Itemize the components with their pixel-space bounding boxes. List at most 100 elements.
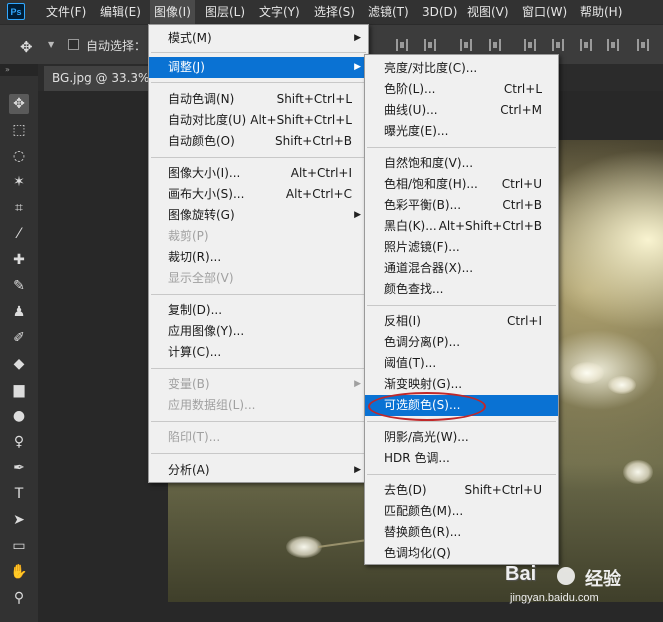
menu-item-label: 自动颜色(O) bbox=[168, 134, 235, 148]
distribute-icon[interactable] bbox=[524, 39, 536, 51]
menu-item-label: 反相(I) bbox=[384, 314, 421, 328]
menu-divider bbox=[151, 82, 366, 83]
menu-edit[interactable]: 编辑(E) bbox=[96, 0, 145, 24]
menu-layer[interactable]: 图层(L) bbox=[201, 0, 249, 24]
menu-item-trim[interactable]: 裁切(R)... bbox=[149, 247, 368, 268]
menu-item-channel-mixer[interactable]: 通道混合器(X)... bbox=[365, 258, 558, 279]
menu-divider bbox=[151, 294, 366, 295]
menu-window[interactable]: 窗口(W) bbox=[518, 0, 571, 24]
menu-item-color-lookup[interactable]: 颜色查找... bbox=[365, 279, 558, 300]
menu-item-image-size[interactable]: 图像大小(I)... Alt+Ctrl+I bbox=[149, 163, 368, 184]
eyedropper-icon[interactable]: ⁄ bbox=[9, 224, 29, 244]
menu-item-photo-filter[interactable]: 照片滤镜(F)... bbox=[365, 237, 558, 258]
submenu-arrow-icon: ▶ bbox=[354, 465, 361, 475]
menu-item-desaturate[interactable]: 去色(D) Shift+Ctrl+U bbox=[365, 480, 558, 501]
menu-item-label: 图像大小(I)... bbox=[168, 166, 241, 180]
menu-type[interactable]: 文字(Y) bbox=[255, 0, 304, 24]
zoom-tool-icon[interactable]: ⚲ bbox=[9, 588, 29, 608]
menu-item-color-balance[interactable]: 色彩平衡(B)... Ctrl+B bbox=[365, 195, 558, 216]
menu-help[interactable]: 帮助(H) bbox=[576, 0, 626, 24]
rectangle-tool-icon[interactable]: ▭ bbox=[9, 536, 29, 556]
blur-tool-icon[interactable]: ● bbox=[9, 406, 29, 426]
menu-item-hdr-toning[interactable]: HDR 色调... bbox=[365, 448, 558, 469]
menu-3d[interactable]: 3D(D) bbox=[418, 0, 461, 24]
menu-item-apply-image[interactable]: 应用图像(Y)... bbox=[149, 321, 368, 342]
distribute-icon[interactable] bbox=[580, 39, 592, 51]
menu-item-calculations[interactable]: 计算(C)... bbox=[149, 342, 368, 363]
menu-item-label: 通道混合器(X)... bbox=[384, 261, 474, 275]
menu-select[interactable]: 选择(S) bbox=[310, 0, 359, 24]
menu-item-label: 裁切(R)... bbox=[168, 250, 222, 264]
menu-item-posterize[interactable]: 色调分离(P)... bbox=[365, 332, 558, 353]
distribute-icon[interactable] bbox=[637, 39, 649, 51]
align-icon[interactable] bbox=[424, 39, 436, 51]
type-tool-icon[interactable]: T bbox=[9, 484, 29, 504]
eraser-tool-icon[interactable]: ◆ bbox=[9, 354, 29, 374]
menu-item-auto-color[interactable]: 自动颜色(O) Shift+Ctrl+B bbox=[149, 131, 368, 152]
menu-item-label: 去色(D) bbox=[384, 483, 427, 497]
menu-item-auto-contrast[interactable]: 自动对比度(U) Alt+Shift+Ctrl+L bbox=[149, 110, 368, 131]
dodge-tool-icon[interactable]: ♀ bbox=[9, 432, 29, 452]
menu-item-brightness-contrast[interactable]: 亮度/对比度(C)... bbox=[365, 58, 558, 79]
dandelion-flower bbox=[623, 460, 653, 484]
align-icon[interactable] bbox=[396, 39, 408, 51]
menu-item-adjustments[interactable]: 调整(J) ▶ bbox=[149, 57, 368, 78]
menu-file[interactable]: 文件(F) bbox=[42, 0, 90, 24]
hand-tool-icon[interactable]: ✋ bbox=[9, 562, 29, 582]
menu-item-threshold[interactable]: 阈值(T)... bbox=[365, 353, 558, 374]
menu-item-black-white[interactable]: 黑白(K)... Alt+Shift+Ctrl+B bbox=[365, 216, 558, 237]
gradient-tool-icon[interactable]: ▆ bbox=[9, 380, 29, 400]
menu-divider bbox=[367, 421, 556, 422]
distribute-icon[interactable] bbox=[607, 39, 619, 51]
menu-item-levels[interactable]: 色阶(L)... Ctrl+L bbox=[365, 79, 558, 100]
pen-tool-icon[interactable]: ✒ bbox=[9, 458, 29, 478]
menu-item-gradient-map[interactable]: 渐变映射(G)... bbox=[365, 374, 558, 395]
menu-item-shadows-highlights[interactable]: 阴影/高光(W)... bbox=[365, 427, 558, 448]
chevron-down-icon[interactable]: ▼ bbox=[48, 40, 54, 49]
menu-filter[interactable]: 滤镜(T) bbox=[364, 0, 413, 24]
history-brush-icon[interactable]: ✐ bbox=[9, 328, 29, 348]
menu-item-match-color[interactable]: 匹配颜色(M)... bbox=[365, 501, 558, 522]
menu-item-duplicate[interactable]: 复制(D)... bbox=[149, 300, 368, 321]
menu-item-shortcut: Ctrl+M bbox=[500, 103, 542, 117]
menu-item-equalize[interactable]: 色调均化(Q) bbox=[365, 543, 558, 564]
menu-view[interactable]: 视图(V) bbox=[463, 0, 513, 24]
menu-item-canvas-size[interactable]: 画布大小(S)... Alt+Ctrl+C bbox=[149, 184, 368, 205]
collapse-icon[interactable]: » bbox=[0, 64, 38, 76]
menu-item-shortcut: Shift+Ctrl+U bbox=[464, 483, 542, 497]
move-tool-icon[interactable]: ✥ bbox=[9, 94, 29, 114]
submenu-arrow-icon: ▶ bbox=[354, 62, 361, 72]
menu-item-hue-saturation[interactable]: 色相/饱和度(H)... Ctrl+U bbox=[365, 174, 558, 195]
menu-image[interactable]: 图像(I) bbox=[150, 0, 195, 24]
distribute-icon[interactable] bbox=[552, 39, 564, 51]
menu-item-label: HDR 色调... bbox=[384, 451, 450, 465]
menu-item-replace-color[interactable]: 替换颜色(R)... bbox=[365, 522, 558, 543]
photoshop-logo[interactable]: Ps bbox=[7, 3, 25, 20]
menu-divider bbox=[151, 421, 366, 422]
menu-item-image-rotation[interactable]: 图像旋转(G) ▶ bbox=[149, 205, 368, 226]
menu-item-exposure[interactable]: 曝光度(E)... bbox=[365, 121, 558, 142]
menu-item-vibrance[interactable]: 自然饱和度(V)... bbox=[365, 153, 558, 174]
magic-wand-icon[interactable]: ✶ bbox=[9, 172, 29, 192]
menu-item-shortcut: Alt+Shift+Ctrl+B bbox=[438, 219, 542, 233]
menu-item-invert[interactable]: 反相(I) Ctrl+I bbox=[365, 311, 558, 332]
clone-stamp-icon[interactable]: ♟ bbox=[9, 302, 29, 322]
menu-item-label: 黑白(K)... bbox=[384, 219, 437, 233]
brush-tool-icon[interactable]: ✎ bbox=[9, 276, 29, 296]
crop-tool-icon[interactable]: ⌗ bbox=[9, 198, 29, 218]
move-tool-icon[interactable]: ✥ bbox=[20, 38, 33, 56]
path-selection-icon[interactable]: ➤ bbox=[9, 510, 29, 530]
lasso-tool-icon[interactable]: ◌ bbox=[9, 146, 29, 166]
align-icon[interactable] bbox=[489, 39, 501, 51]
healing-brush-icon[interactable]: ✚ bbox=[9, 250, 29, 270]
menu-item-curves[interactable]: 曲线(U)... Ctrl+M bbox=[365, 100, 558, 121]
align-icon[interactable] bbox=[460, 39, 472, 51]
menu-item-label: 分析(A) bbox=[168, 463, 210, 477]
auto-select-checkbox[interactable] bbox=[68, 39, 79, 50]
marquee-tool-icon[interactable]: ⬚ bbox=[9, 120, 29, 140]
menu-item-auto-tone[interactable]: 自动色调(N) Shift+Ctrl+L bbox=[149, 89, 368, 110]
document-tab[interactable]: BG.jpg @ 33.3%(R bbox=[44, 66, 154, 91]
menu-item-mode[interactable]: 模式(M) ▶ bbox=[149, 28, 368, 49]
menu-item-analysis[interactable]: 分析(A) ▶ bbox=[149, 460, 368, 481]
menu-item-shortcut: Ctrl+L bbox=[503, 82, 542, 96]
